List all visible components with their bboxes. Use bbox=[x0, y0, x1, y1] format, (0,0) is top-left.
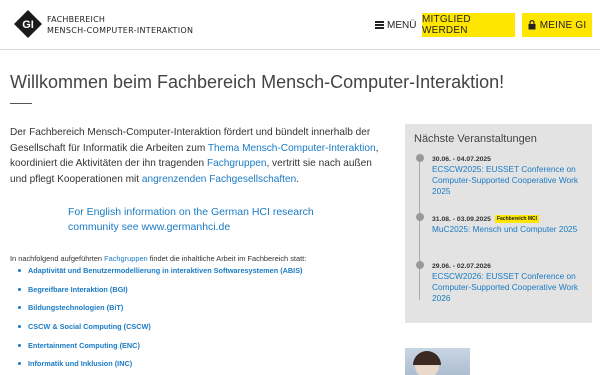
lock-icon bbox=[528, 20, 536, 30]
groups-list: Adaptivität und Benutzermodellierung in … bbox=[18, 266, 303, 375]
event-title[interactable]: ECSCW2026: EUSSET Conference on Computer… bbox=[432, 271, 590, 303]
event-title[interactable]: MuC2025: Mensch und Computer 2025 bbox=[432, 224, 590, 235]
event-date-text: 31.08. - 03.09.2025 bbox=[432, 215, 491, 223]
intro-text-4: . bbox=[296, 173, 300, 185]
groups-intro-text-2: findet die inhaltliche Arbeit im Fachber… bbox=[147, 254, 307, 263]
event-badge: Fachbereich MCI bbox=[494, 215, 539, 223]
societies-link[interactable]: angrenzenden Fachgesellschaften bbox=[142, 174, 296, 185]
hamburger-icon bbox=[375, 21, 384, 29]
menu-button[interactable]: MENÜ bbox=[375, 16, 416, 34]
english-info-link[interactable]: For English information on the German HC… bbox=[68, 205, 358, 235]
events-title: Nächste Veranstaltungen bbox=[414, 133, 537, 145]
site-header: GI FACHBEREICH MENSCH-COMPUTER-INTERAKTI… bbox=[0, 0, 600, 50]
groups-intro-text-1: In nachfolgend aufgeführten bbox=[10, 254, 105, 263]
meine-gi-button[interactable]: MEINE GI bbox=[522, 13, 592, 37]
event-date: 30.06. - 04.07.2025 bbox=[432, 156, 590, 163]
event-item[interactable]: 29.06. - 02.07.2026 ECSCW2026: EUSSET Co… bbox=[416, 261, 590, 303]
topic-link[interactable]: Thema Mensch-Computer-Interaktion bbox=[208, 143, 376, 154]
group-item-cscw[interactable]: CSCW & Social Computing (CSCW) bbox=[18, 322, 303, 341]
become-member-button[interactable]: MITGLIED WERDEN bbox=[422, 13, 515, 37]
event-date: 31.08. - 03.09.2025 Fachbereich MCI bbox=[432, 215, 590, 223]
timeline-dot-icon bbox=[416, 261, 424, 269]
group-item-bgi[interactable]: Begreifbare Interaktion (BGI) bbox=[18, 285, 303, 304]
fachgruppen-link[interactable]: Fachgruppen bbox=[207, 158, 266, 169]
group-item-inc[interactable]: Informatik und Inklusion (INC) bbox=[18, 359, 303, 375]
events-panel: Nächste Veranstaltungen 30.06. - 04.07.2… bbox=[405, 124, 592, 323]
person-hair bbox=[413, 351, 441, 365]
brand-line1: FACHBEREICH bbox=[47, 15, 106, 24]
header-divider bbox=[0, 49, 600, 50]
gi-logo-icon[interactable]: GI bbox=[14, 10, 42, 38]
svg-text:GI: GI bbox=[22, 19, 34, 31]
menu-label: MENÜ bbox=[387, 19, 417, 31]
group-item-abis[interactable]: Adaptivität und Benutzermodellierung in … bbox=[18, 266, 303, 285]
event-item[interactable]: 30.06. - 04.07.2025 ECSCW2025: EUSSET Co… bbox=[416, 154, 590, 196]
teaser-image[interactable] bbox=[405, 348, 470, 375]
timeline-line bbox=[419, 160, 420, 300]
title-underline bbox=[10, 103, 32, 104]
event-date: 29.06. - 02.07.2026 bbox=[432, 263, 590, 270]
intro-paragraph: Der Fachbereich Mensch-Computer-Interakt… bbox=[10, 125, 380, 187]
event-date-text: 30.06. - 04.07.2025 bbox=[432, 156, 491, 163]
event-item[interactable]: 31.08. - 03.09.2025 Fachbereich MCI MuC20… bbox=[416, 213, 590, 235]
meine-gi-label: MEINE GI bbox=[539, 19, 587, 31]
brand-name[interactable]: FACHBEREICH MENSCH-COMPUTER-INTERAKTION bbox=[47, 14, 193, 36]
page-title: Willkommen beim Fachbereich Mensch-Compu… bbox=[10, 72, 505, 92]
groups-intro: In nachfolgend aufgeführten Fachgruppen … bbox=[10, 254, 306, 263]
groups-intro-link[interactable]: Fachgruppen bbox=[104, 254, 148, 263]
event-date-text: 29.06. - 02.07.2026 bbox=[432, 263, 491, 270]
brand-line2: MENSCH-COMPUTER-INTERAKTION bbox=[47, 26, 194, 35]
group-item-bit[interactable]: Bildungstechnologien (BiT) bbox=[18, 303, 303, 322]
event-title[interactable]: ECSCW2025: EUSSET Conference on Computer… bbox=[432, 164, 590, 196]
group-item-enc[interactable]: Entertainment Computing (ENC) bbox=[18, 341, 303, 360]
timeline-dot-icon bbox=[416, 213, 424, 221]
timeline-dot-icon bbox=[416, 154, 424, 162]
